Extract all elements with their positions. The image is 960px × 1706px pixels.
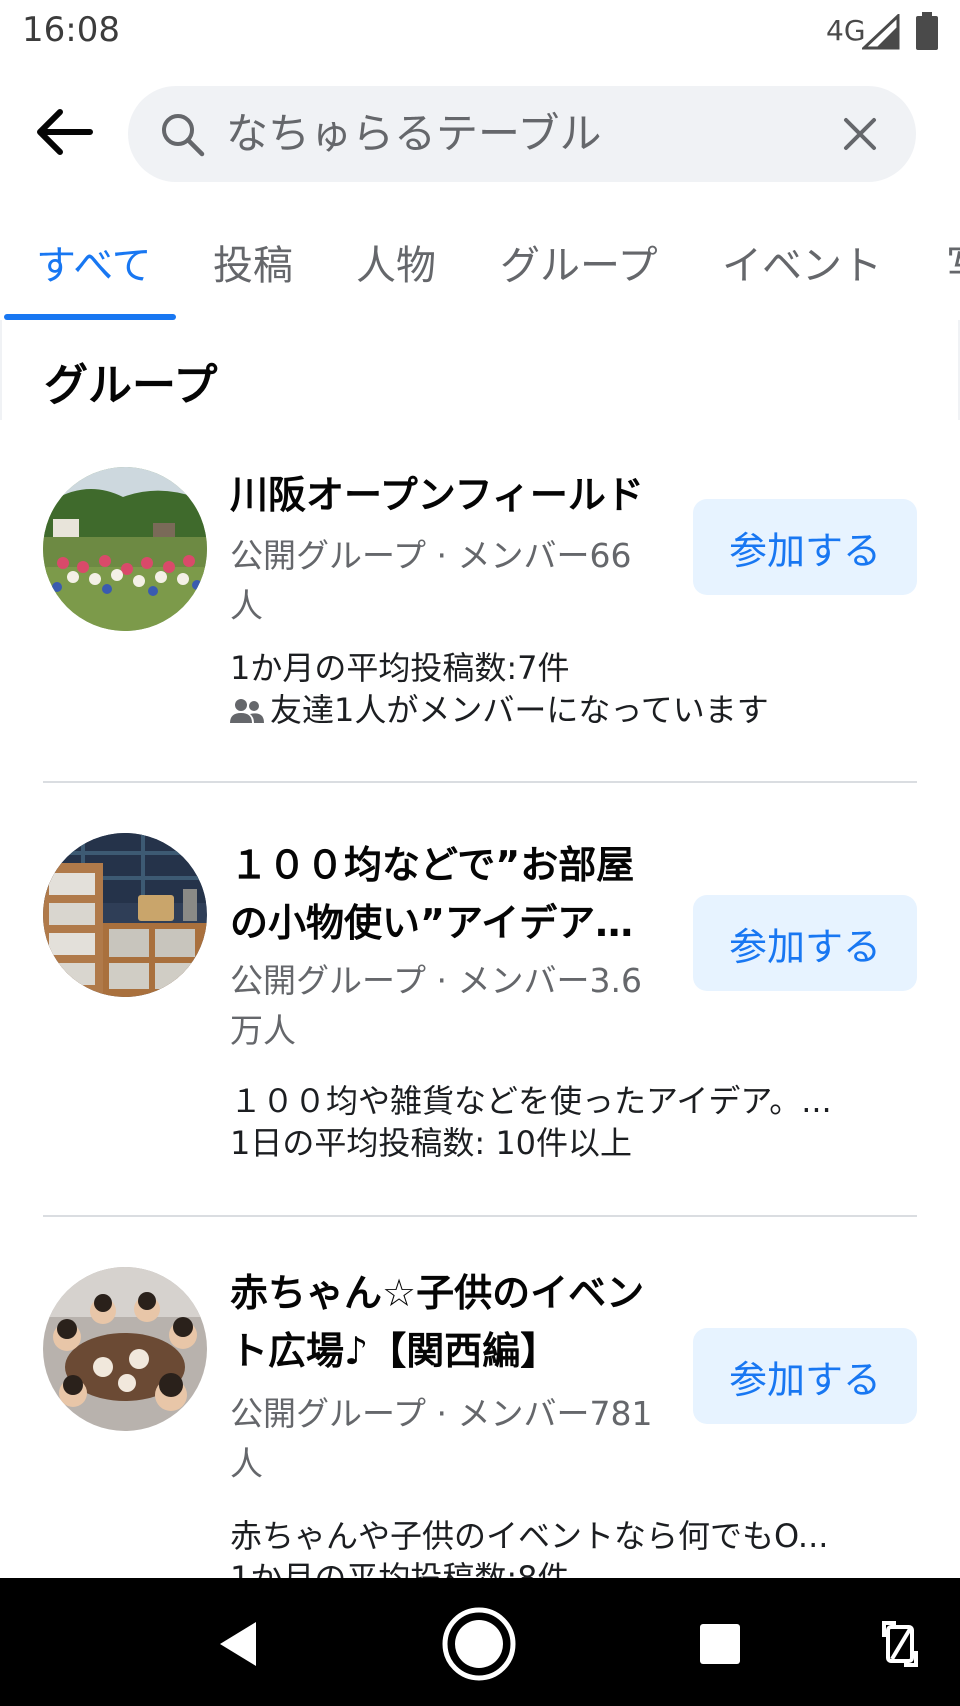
network-type: 4G (826, 14, 866, 47)
section-border-left (0, 320, 2, 420)
clear-search-button[interactable] (834, 108, 886, 160)
filter-tabs: すべて 投稿 人物 グループ イベント 写 (0, 228, 960, 320)
group-description: 赤ちゃんや子供のイベントなら何でもO... (230, 1517, 829, 1555)
group-meta: 公開グループ · メンバー66人 (230, 536, 632, 625)
group-avatar[interactable] (43, 467, 207, 631)
group-avatar[interactable] (43, 833, 207, 997)
group-post-frequency: 1か月の平均投稿数:7件 (230, 649, 570, 687)
people-icon (230, 699, 264, 723)
rotate-icon (882, 1621, 918, 1667)
divider (43, 1215, 917, 1217)
join-group-button[interactable]: 参加する (693, 499, 917, 595)
square-recents-icon (700, 1624, 740, 1664)
group-photo (43, 1267, 207, 1431)
triangle-back-icon (220, 1622, 256, 1666)
group-name[interactable]: 赤ちゃん☆子供のイベント広場♪【関西編】 (230, 1264, 660, 1380)
group-description: １００均や雑貨などを使ったアイデア。... (230, 1082, 832, 1120)
group-avatar[interactable] (43, 1267, 207, 1431)
nav-back-button[interactable] (200, 1606, 276, 1682)
nav-home-button[interactable] (441, 1606, 517, 1682)
divider (43, 781, 917, 783)
tab-posts[interactable]: 投稿 (213, 238, 293, 294)
tab-photos[interactable]: 写 (946, 238, 960, 294)
join-group-button[interactable]: 参加する (693, 895, 917, 991)
search-icon (162, 114, 205, 157)
system-navigation-bar (0, 1578, 960, 1706)
close-icon (844, 118, 876, 150)
group-meta: 公開グループ · メンバー3.6万人 (230, 961, 642, 1050)
search-input[interactable]: なちゅらるテーブル (226, 104, 601, 164)
group-photo (43, 833, 207, 997)
group-name[interactable]: １００均などで”お部屋の小物使い”アイデア… (230, 836, 640, 952)
active-tab-indicator (4, 314, 176, 320)
group-photo (43, 467, 207, 631)
tab-events[interactable]: イベント (722, 238, 882, 294)
group-name[interactable]: 川阪オープンフィールド (230, 466, 670, 524)
status-time: 16:08 (22, 10, 120, 50)
back-button[interactable] (28, 96, 100, 168)
tab-all[interactable]: すべて (36, 238, 152, 294)
nav-rotate-button[interactable] (862, 1606, 938, 1682)
arrow-left-icon (37, 109, 93, 155)
tab-people[interactable]: 人物 (356, 238, 436, 294)
group-meta: 公開グループ · メンバー781人 (230, 1394, 653, 1483)
group-post-frequency: 1日の平均投稿数: 10件以上 (230, 1124, 633, 1162)
nav-recents-button[interactable] (682, 1606, 758, 1682)
group-friends-text: 友達1人がメンバーになっています (270, 691, 769, 729)
circle-home-icon (442, 1607, 516, 1681)
signal-icon (862, 14, 900, 50)
group-friends-line: 友達1人がメンバーになっています (230, 689, 880, 731)
battery-icon (916, 12, 938, 50)
join-group-button[interactable]: 参加する (693, 1328, 917, 1424)
search-bar[interactable]: なちゅらるテーブル (128, 86, 916, 182)
tab-groups[interactable]: グループ (500, 238, 658, 294)
status-bar: 16:08 4G (0, 0, 960, 66)
section-title: グループ (44, 360, 218, 411)
